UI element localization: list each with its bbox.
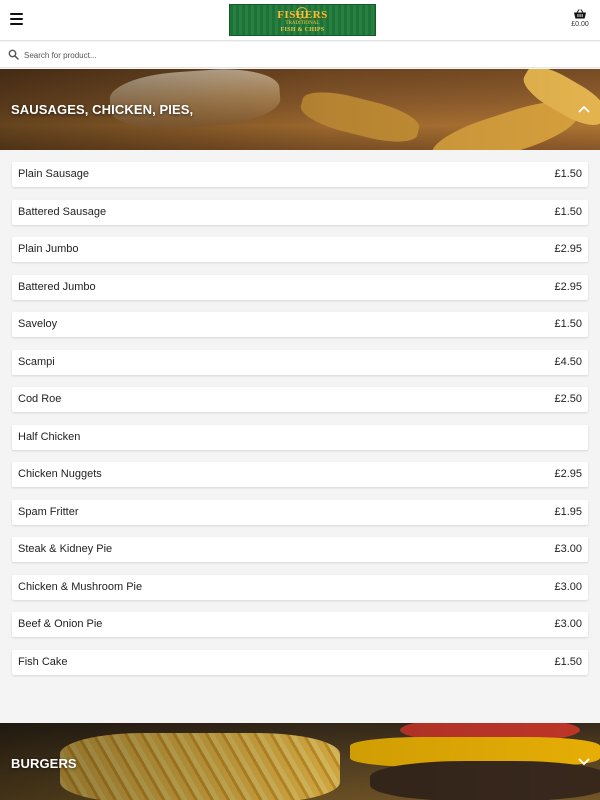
menu-item[interactable]: Steak & Kidney Pie £3.00 bbox=[12, 537, 588, 562]
search-input[interactable] bbox=[24, 46, 584, 64]
menu-item[interactable]: Chicken & Mushroom Pie £3.00 bbox=[12, 574, 588, 600]
menu-item[interactable]: Battered Jumbo £2.95 bbox=[12, 274, 588, 300]
menu-item-name: Battered Jumbo bbox=[18, 280, 96, 293]
menu-item-price: £2.95 bbox=[554, 468, 582, 480]
menu-item-price: £1.95 bbox=[554, 505, 582, 518]
menu-item-list: Plain Sausage £1.50 Battered Sausage £1.50… bbox=[12, 162, 588, 687]
menu-item-name: Spam Fritter bbox=[18, 505, 79, 518]
search-bar bbox=[0, 42, 600, 68]
menu-item-name: Plain Jumbo bbox=[18, 243, 79, 255]
menu-item[interactable]: Cod Roe £2.50 bbox=[12, 387, 588, 412]
menu-item-price: £2.95 bbox=[554, 280, 582, 293]
menu-item[interactable]: Spam Fritter £1.95 bbox=[12, 499, 588, 525]
menu-item-price: £2.95 bbox=[554, 243, 582, 255]
category-header-sausages[interactable]: SAUSAGES, CHICKEN, PIES, bbox=[0, 69, 600, 150]
menu-item[interactable]: Plain Sausage £1.50 bbox=[12, 162, 588, 187]
menu-item[interactable]: Beef & Onion Pie £3.00 bbox=[12, 612, 588, 637]
logo-name: FISHERS bbox=[277, 8, 328, 21]
menu-item[interactable]: Chicken Nuggets £2.95 bbox=[12, 462, 588, 487]
menu-item-name: Chicken Nuggets bbox=[18, 468, 102, 480]
menu-item[interactable]: Half Chicken bbox=[12, 424, 588, 450]
menu-item-name: Fish Cake bbox=[18, 655, 68, 668]
menu-item[interactable]: Battered Sausage £1.50 bbox=[12, 199, 588, 225]
menu-item-name: Steak & Kidney Pie bbox=[18, 543, 113, 555]
menu-item-name: Beef & Onion Pie bbox=[18, 618, 103, 630]
menu-item-price: £3.00 bbox=[554, 618, 582, 630]
logo[interactable]: FISHERS TRADITIONAL FISH & CHIPS bbox=[229, 4, 376, 36]
basket-icon bbox=[574, 9, 586, 19]
basket-button[interactable]: £0.00 bbox=[569, 9, 591, 28]
menu-item-price: £1.50 bbox=[554, 205, 582, 218]
basket-total: £0.00 bbox=[571, 21, 589, 28]
menu-item-price: £4.50 bbox=[554, 355, 582, 368]
banner-overlay bbox=[0, 723, 600, 800]
menu-item-name: Cod Roe bbox=[18, 393, 62, 405]
menu-item-name: Half Chicken bbox=[18, 430, 81, 443]
menu-item-price: £1.50 bbox=[554, 168, 582, 180]
chevron-down-icon[interactable] bbox=[578, 758, 590, 766]
menu-item[interactable]: Saveloy £1.50 bbox=[12, 312, 588, 337]
menu-item-price: £2.50 bbox=[554, 393, 582, 405]
category-header-burgers[interactable]: BURGERS bbox=[0, 723, 600, 800]
menu-item-name: Battered Sausage bbox=[18, 205, 107, 218]
menu-item-price: £1.50 bbox=[554, 655, 582, 668]
menu-item-price: £3.00 bbox=[554, 543, 582, 555]
menu-item-name: Saveloy bbox=[18, 318, 58, 330]
category-title: BURGERS bbox=[11, 756, 77, 771]
menu-item-price: £1.50 bbox=[554, 318, 582, 330]
menu-item[interactable]: Plain Jumbo £2.95 bbox=[12, 237, 588, 262]
menu-item-price: £3.00 bbox=[554, 580, 582, 593]
top-bar: FISHERS TRADITIONAL FISH & CHIPS £0.00 bbox=[0, 0, 600, 41]
chevron-up-icon[interactable] bbox=[578, 105, 590, 113]
hamburger-menu-icon[interactable] bbox=[10, 13, 23, 26]
menu-item[interactable]: Scampi £4.50 bbox=[12, 349, 588, 375]
category-title: SAUSAGES, CHICKEN, PIES, bbox=[11, 102, 194, 117]
menu-item-name: Plain Sausage bbox=[18, 168, 89, 180]
menu-item[interactable]: Fish Cake £1.50 bbox=[12, 649, 588, 675]
search-icon bbox=[8, 49, 19, 60]
logo-tagline: FISH & CHIPS bbox=[280, 26, 325, 33]
menu-item-name: Chicken & Mushroom Pie bbox=[18, 580, 143, 593]
menu-item-name: Scampi bbox=[18, 355, 55, 368]
